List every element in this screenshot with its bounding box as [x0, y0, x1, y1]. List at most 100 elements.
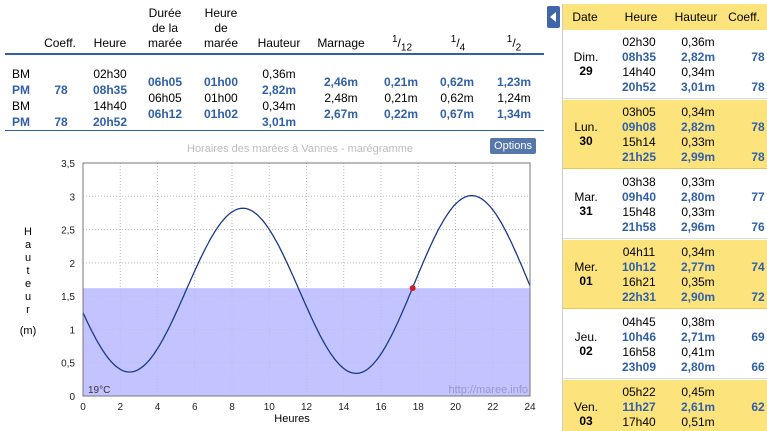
temperature-label: 19°C — [88, 385, 110, 396]
tide-height: 0,38m — [681, 315, 715, 329]
tide-type: PM — [12, 83, 30, 97]
tide-height: 0,35m — [681, 275, 715, 289]
tide-time: 10h12 — [621, 260, 657, 274]
x-tick-label: 22 — [487, 402, 499, 413]
tide-time: 03h38 — [622, 175, 656, 189]
calendar-header-hauteur: Hauteur — [674, 10, 718, 24]
tide-height: 2,77m — [680, 260, 716, 274]
tide-time: 15h48 — [622, 205, 656, 219]
calendar-tide-row: 14h40 0,34m — [611, 65, 767, 80]
header-heure: Heure — [93, 36, 127, 50]
tide-type: PM — [12, 115, 30, 129]
calendar-day[interactable]: Lun. 30 03h05 0,34m 09h08 2,82m 78 15h14 0,33m 21… — [563, 100, 767, 169]
calendar-tide-row: 22h31 2,90m 72 — [611, 290, 767, 305]
header-hauteur: Hauteur — [257, 36, 301, 50]
f12-value: 0,21m — [383, 75, 419, 89]
calendar-day[interactable]: Ven. 03 05h22 0,45m 11h27 2,61m 62 17h40 0,51m — [563, 380, 767, 431]
marnage-value: 2,67m — [323, 107, 359, 121]
f4-column: 0,62m 0,62m 0,67m — [434, 74, 480, 122]
hauteur-value: 2,82m — [261, 83, 297, 97]
y-axis-label-letter: a — [25, 239, 32, 251]
tide-time: 08h35 — [621, 50, 657, 64]
y-tick-label: 0 — [69, 392, 75, 403]
calendar-header-date: Date — [572, 10, 598, 24]
tide-time: 10h46 — [621, 330, 657, 344]
f2-value: 1,34m — [496, 107, 532, 121]
tide-height: 0,45m — [681, 385, 715, 399]
calendar-tide-row: 10h46 2,71m 69 — [611, 330, 767, 345]
x-axis-label: Heures — [274, 413, 310, 425]
y-tick-label: 2,5 — [61, 226, 75, 237]
calendar-day[interactable]: Dim. 29 02h30 0,36m 08h35 2,82m 78 14h40 0,34m 20… — [563, 30, 767, 99]
f2-column: 1,23m 1,24m 1,34m — [490, 74, 538, 122]
f12-value: 0,22m — [383, 107, 419, 121]
options-button[interactable]: Options — [490, 138, 536, 154]
tide-height: 0,33m — [681, 135, 715, 149]
f12-column: 0,21m 0,21m 0,22m — [378, 74, 424, 122]
calendar-day-name: Mer. 01 — [574, 260, 598, 288]
hauteur-column: 0,36m 2,82m 0,34m 3,01m — [254, 66, 304, 130]
y-tick-label: 3 — [69, 192, 75, 203]
tide-height: 2,82m — [680, 120, 716, 134]
hauteur-value: 0,34m — [262, 99, 296, 113]
header-duree: Durée de la marée — [147, 6, 182, 50]
y-tick-label: 1,5 — [61, 292, 75, 303]
x-tick-label: 6 — [192, 402, 198, 413]
heure-maree-value: 01h02 — [203, 107, 239, 121]
y-axis-label-letter: u — [25, 291, 31, 303]
f12-value: 0,21m — [384, 91, 418, 105]
tide-time: 14h40 — [622, 65, 656, 79]
tide-time: 05h22 — [622, 385, 656, 399]
y-axis-label-letter: r — [26, 304, 30, 316]
calendar-tide-row: 16h58 0,41m — [611, 345, 767, 360]
tide-height: 2,90m — [680, 290, 716, 304]
tide-time: 20h52 — [92, 115, 128, 129]
calendar-tide-row: 08h35 2,82m 78 — [611, 50, 767, 65]
x-tick-label: 18 — [413, 402, 425, 413]
x-tick-label: 4 — [155, 402, 161, 413]
calendar-tide-row: 21h25 2,99m 78 — [611, 150, 767, 165]
collapse-panel-button[interactable] — [547, 6, 560, 28]
marnage-value: 2,48m — [324, 91, 358, 105]
marnage-value: 2,46m — [323, 75, 359, 89]
y-axis-unit: (m) — [20, 325, 37, 337]
x-tick-label: 24 — [524, 402, 536, 413]
calendar-tide-row: 17h40 0,51m — [611, 415, 767, 430]
tide-time: 08h35 — [92, 83, 128, 97]
x-tick-label: 10 — [264, 402, 276, 413]
tide-height: 2,61m — [680, 400, 716, 414]
y-axis-ticks: 0 0,5 1 1,5 2 2,5 3 3,5 — [61, 159, 75, 403]
y-tick-label: 1 — [69, 325, 75, 336]
duree-column: 06h05 06h05 06h12 — [142, 74, 188, 122]
coeff-column: 78 78 — [48, 66, 74, 130]
tide-type-column: BM PM BM PM — [12, 66, 34, 130]
tide-time: 16h58 — [622, 345, 656, 359]
heure-column: 02h30 08h35 14h40 20h52 — [88, 66, 132, 130]
y-axis-label-letter: e — [25, 278, 31, 290]
tide-time: 16h21 — [622, 275, 656, 289]
tide-chart: 00,511,522,533,5 0 2 4 6 8 10 12 14 16 18 20 22 24 1… — [20, 159, 536, 425]
tide-time: 21h25 — [621, 150, 657, 164]
calendar-tide-row: 10h12 2,77m 74 — [611, 260, 767, 275]
heure-maree-column: 01h00 01h00 01h02 — [198, 74, 244, 122]
tide-time: 09h40 — [621, 190, 657, 204]
calendar-day[interactable]: Mar. 31 03h38 0,33m 09h40 2,80m 77 15h48 0,33m 21… — [563, 170, 767, 239]
tide-coeff: 78 — [751, 120, 765, 134]
tide-height: 2,99m — [680, 150, 716, 164]
water-level-fill — [83, 288, 530, 396]
tide-height: 0,34m — [681, 245, 715, 259]
tide-time: 23h09 — [621, 360, 657, 374]
calendar-day[interactable]: Jeu. 02 04h45 0,38m 10h46 2,71m 69 16h58 0,41m 23… — [563, 310, 767, 379]
calendar-day[interactable]: Mer. 01 04h11 0,34m 10h12 2,77m 74 16h21 0,35m 22… — [563, 240, 767, 309]
calendar-day-name: Jeu. 02 — [574, 330, 598, 358]
tide-coeff: 78 — [751, 80, 765, 94]
heure-maree-value: 01h00 — [204, 91, 238, 105]
tide-time: 02h30 — [93, 67, 127, 81]
calendar-tide-row: 03h05 0,34m — [611, 105, 767, 120]
tide-height: 3,01m — [680, 80, 716, 94]
x-tick-label: 12 — [301, 402, 313, 413]
hauteur-value: 3,01m — [261, 115, 297, 129]
tide-height: 0,33m — [681, 175, 715, 189]
tide-height: 2,80m — [680, 360, 716, 374]
header-fraction-4: 1/4 — [450, 34, 466, 54]
